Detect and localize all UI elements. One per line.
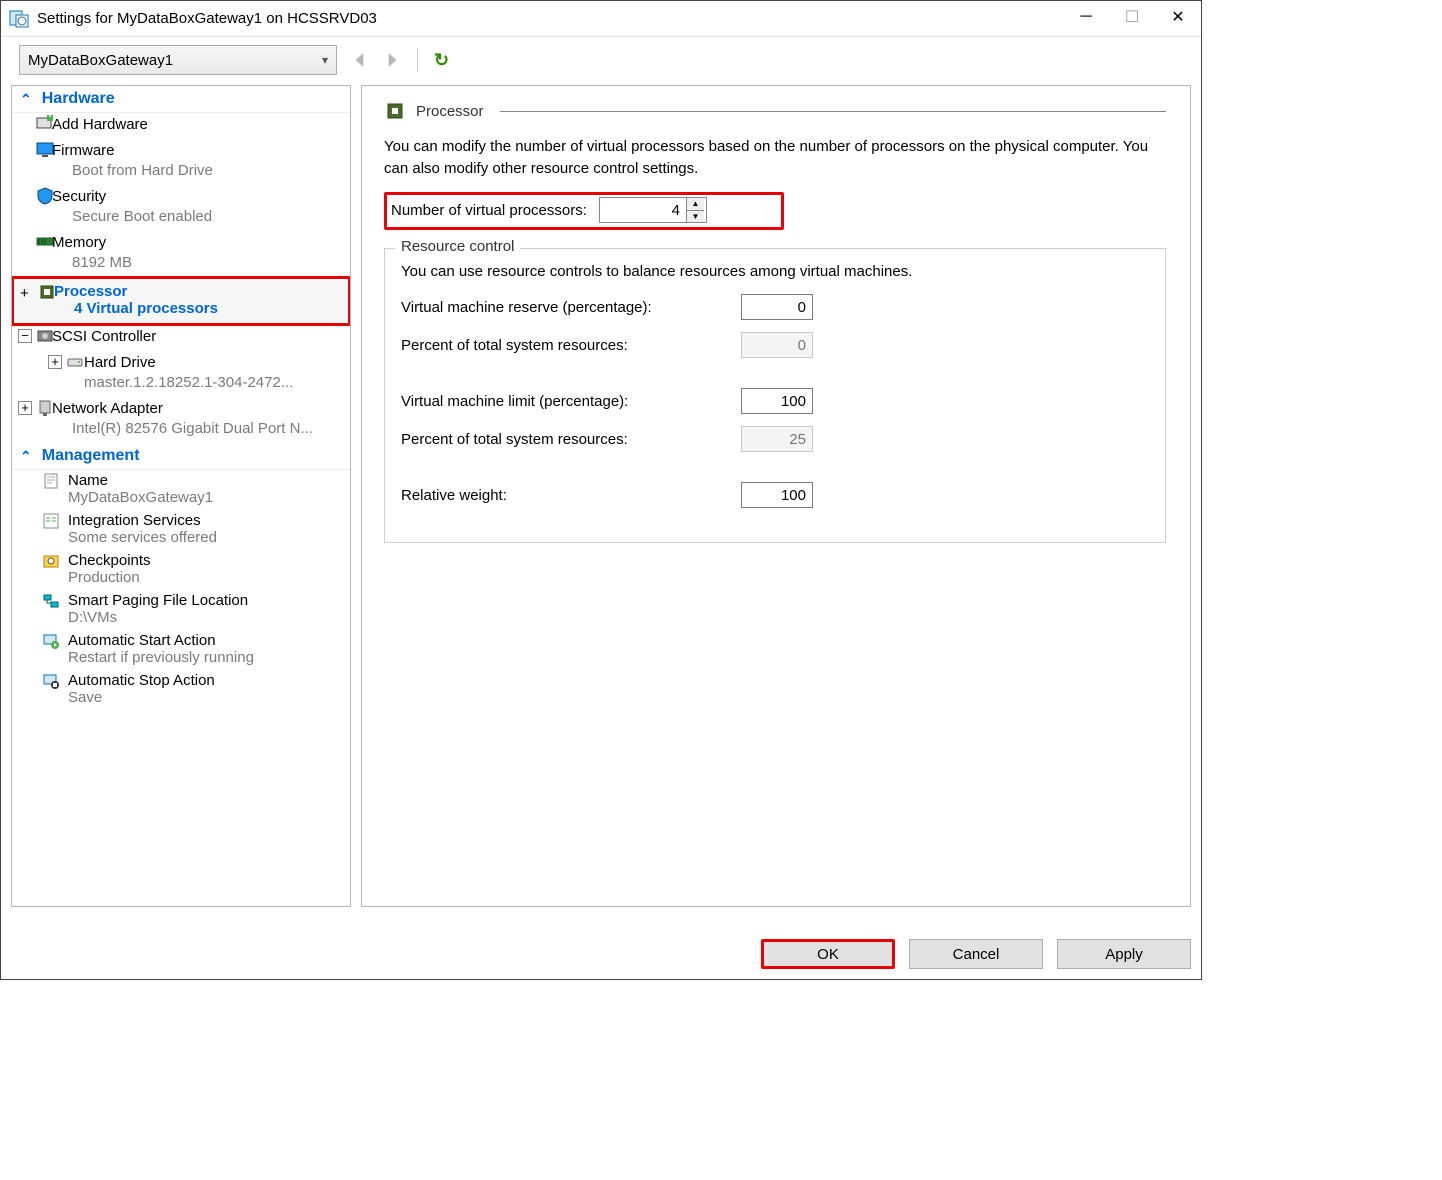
close-button[interactable]: ✕	[1155, 1, 1201, 33]
num-processors-label: Number of virtual processors:	[391, 202, 587, 219]
checkpoints-item[interactable]: Checkpoints Production	[12, 550, 350, 590]
collapse-icon[interactable]: −	[18, 329, 32, 343]
fieldset-desc: You can use resource controls to balance…	[401, 263, 1149, 280]
auto-stop-item[interactable]: Automatic Stop Action Save	[12, 670, 350, 710]
add-hardware-item[interactable]: Add Hardware	[12, 113, 350, 139]
dialog-buttons: OK Cancel Apply	[761, 939, 1191, 969]
memory-icon	[36, 233, 54, 251]
titlebar[interactable]: Settings for MyDataBoxGateway1 on HCSSRV…	[1, 1, 1201, 37]
resource-control-fieldset: Resource control You can use resource co…	[384, 248, 1166, 543]
expand-icon[interactable]: +	[18, 401, 32, 415]
processor-item[interactable]: + Processor 4 Virtual processors	[11, 276, 351, 326]
checkpoints-icon	[42, 552, 60, 570]
vm-selector[interactable]: MyDataBoxGateway1 ▾	[19, 45, 337, 75]
panel-intro: You can modify the number of virtual pro…	[384, 136, 1166, 180]
security-item[interactable]: Security Secure Boot enabled	[12, 185, 350, 231]
chevron-down-icon: ▾	[322, 53, 328, 67]
chevron-up-icon: ⌃	[20, 91, 32, 108]
firmware-item[interactable]: Firmware Boot from Hard Drive	[12, 139, 350, 185]
limit-input[interactable]	[741, 388, 813, 414]
auto-stop-icon	[42, 672, 60, 690]
chevron-up-icon: ⌃	[20, 448, 32, 465]
header-divider	[500, 111, 1166, 112]
num-processors-row: Number of virtual processors: ▲ ▼	[384, 192, 784, 230]
ok-button-highlight: OK	[761, 939, 895, 969]
limit-pct-label: Percent of total system resources:	[401, 431, 741, 448]
forward-button[interactable]	[383, 51, 401, 69]
app-icon	[9, 9, 29, 29]
reserve-pct-readonly	[741, 332, 813, 358]
processor-icon	[384, 100, 406, 122]
monitor-icon	[36, 141, 54, 159]
integration-services-item[interactable]: Integration Services Some services offer…	[12, 510, 350, 550]
auto-start-icon	[42, 632, 60, 650]
integration-icon	[42, 512, 60, 530]
expand-icon[interactable]: +	[48, 355, 62, 369]
management-section-header[interactable]: ⌃ Management	[12, 443, 350, 470]
processor-panel: Processor You can modify the number of v…	[361, 85, 1191, 907]
settings-window: Settings for MyDataBoxGateway1 on HCSSRV…	[0, 0, 1202, 980]
spinner-up[interactable]: ▲	[687, 198, 704, 211]
ok-button[interactable]: OK	[817, 946, 839, 963]
scsi-controller-item[interactable]: − SCSI Controller	[12, 325, 350, 351]
hardware-section-header[interactable]: ⌃ Hardware	[12, 86, 350, 113]
reserve-label: Virtual machine reserve (percentage):	[401, 299, 741, 316]
settings-tree[interactable]: ⌃ Hardware Add Hardware Firmware Boot fr…	[11, 85, 351, 907]
management-label: Management	[42, 447, 140, 465]
minimize-button[interactable]: ─	[1063, 1, 1109, 33]
cancel-button[interactable]: Cancel	[909, 939, 1043, 969]
name-item[interactable]: Name MyDataBoxGateway1	[12, 470, 350, 510]
expand-icon[interactable]: +	[20, 285, 29, 302]
hardware-label: Hardware	[42, 90, 115, 108]
toolbar: MyDataBoxGateway1 ▾ ↻	[1, 37, 1201, 85]
back-button[interactable]	[351, 51, 369, 69]
processor-icon	[38, 283, 56, 301]
limit-label: Virtual machine limit (percentage):	[401, 393, 741, 410]
num-processors-spinner[interactable]: ▲ ▼	[599, 197, 707, 223]
limit-pct-readonly	[741, 426, 813, 452]
auto-start-item[interactable]: Automatic Start Action Restart if previo…	[12, 630, 350, 670]
fieldset-legend: Resource control	[395, 238, 520, 255]
toolbar-separator	[417, 48, 418, 72]
add-hardware-icon	[36, 115, 54, 133]
refresh-button[interactable]: ↻	[434, 50, 449, 71]
maximize-button[interactable]: ☐	[1109, 1, 1155, 33]
weight-label: Relative weight:	[401, 487, 741, 504]
network-adapter-item[interactable]: + Network Adapter Intel(R) 82576 Gigabit…	[12, 397, 350, 443]
memory-item[interactable]: Memory 8192 MB	[12, 231, 350, 277]
shield-icon	[36, 187, 54, 205]
reserve-pct-label: Percent of total system resources:	[401, 337, 741, 354]
weight-input[interactable]	[741, 482, 813, 508]
apply-button[interactable]: Apply	[1057, 939, 1191, 969]
vm-selector-value: MyDataBoxGateway1	[28, 52, 173, 69]
panel-title: Processor	[416, 103, 484, 120]
hard-drive-item[interactable]: + Hard Drive master.1.2.18252.1-304-2472…	[12, 351, 350, 397]
hard-drive-icon	[66, 353, 84, 371]
spinner-down[interactable]: ▼	[687, 211, 704, 223]
num-processors-input[interactable]	[600, 198, 686, 222]
smart-paging-icon	[42, 592, 60, 610]
reserve-input[interactable]	[741, 294, 813, 320]
window-title: Settings for MyDataBoxGateway1 on HCSSRV…	[37, 10, 377, 27]
scsi-icon	[36, 327, 54, 345]
network-icon	[36, 399, 54, 417]
name-icon	[42, 472, 60, 490]
smart-paging-item[interactable]: Smart Paging File Location D:\VMs	[12, 590, 350, 630]
